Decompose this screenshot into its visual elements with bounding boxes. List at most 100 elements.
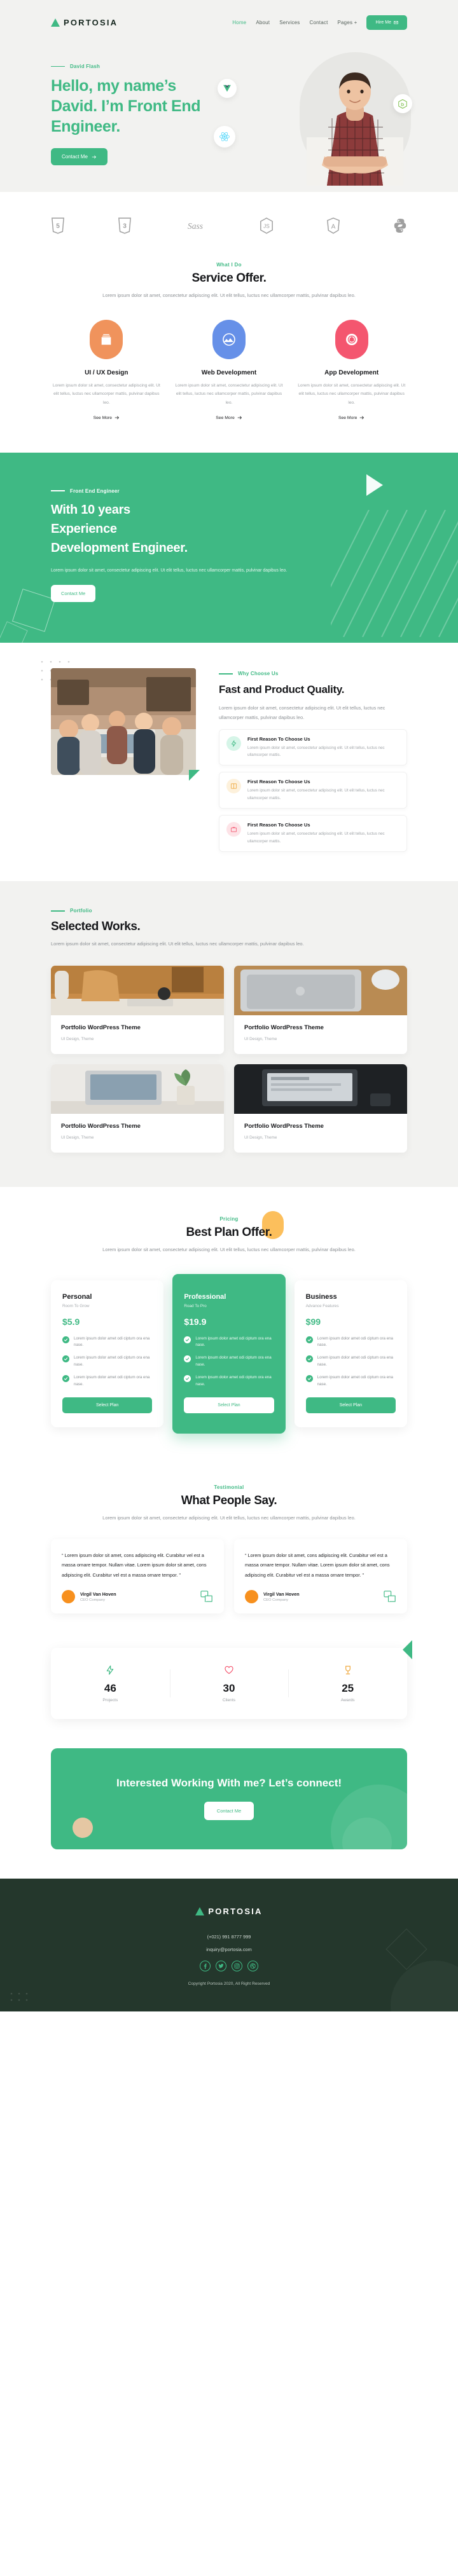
service-card[interactable]: UI / UX Design Lorem ipsum dolor sit ame… [51,319,162,422]
eyebrow-dash [51,490,65,491]
stat-clients: 30 Clients [169,1664,289,1702]
plan-feature-text: Lorem ipsum dolor amet odi ciptum ora en… [317,1336,393,1348]
select-plan-button[interactable]: Select Plan [184,1397,274,1413]
portfolio-card[interactable]: Portfolio WordPress Theme UI Design, The… [51,965,224,1054]
arrow-right-icon [360,416,364,420]
svg-text:Sass: Sass [188,221,203,231]
why-team-photo [51,668,196,776]
portfolio-content: Portfolio Selected Works. Lorem ipsum do… [51,908,407,1153]
chat-bubbles-icon [384,1591,396,1603]
portfolio-card-body: Portfolio WordPress Theme UI Design, The… [234,1015,407,1054]
footer-phone[interactable]: (+021) 991 8777 999 [0,1934,458,1940]
nav-item-about[interactable]: About [256,20,270,25]
service-see-more-link[interactable]: See More [94,415,120,420]
portfolio-card[interactable]: Portfolio WordPress Theme UI Design, The… [234,1064,407,1153]
book-icon [230,783,237,790]
pricing-card-professional[interactable]: Professional Road To Pro $19.9 Lorem ips… [172,1273,286,1434]
stats-box: 46 Projects 30 Clients 25 Awards [51,1640,412,1719]
gear-icon [345,333,357,345]
experience-eyebrow: Front End Engineer [51,488,407,494]
hire-me-button[interactable]: Hire Me [366,15,407,30]
footer-socials [0,1961,458,1972]
cta-contact-button[interactable]: Contact Me [204,1802,254,1821]
services-section: What I Do Service Offer. Lorem ipsum dol… [0,240,458,453]
nav-item-services[interactable]: Services [279,20,300,25]
stat-label: Projects [102,1697,118,1702]
select-plan-button[interactable]: Select Plan [62,1397,153,1413]
testimonial-author: Virgil Van Hoven CEO Company [245,1589,396,1603]
cta-banner: Interested Working With me? Let’s connec… [51,1748,407,1850]
nav-item-home[interactable]: Home [232,20,246,25]
pricing-card-business[interactable]: Business Advance Features $99 Lorem ipsu… [294,1280,407,1427]
bolt-icon [104,1664,116,1676]
testimonial-quote: “ Lorem ipsum dolor sit amet, cons adipi… [62,1552,207,1578]
check-icon [62,1336,69,1343]
image-icon [223,332,235,346]
experience-contact-button[interactable]: Contact Me [51,585,96,603]
corner-triangle-decor [189,770,200,781]
dots-decor [10,1992,28,2001]
plan-feature: Lorem ipsum dolor amet odi ciptum ora en… [184,1355,274,1369]
triangle-logo-icon [51,18,60,27]
facebook-icon[interactable] [200,1961,211,1972]
cta-section: Interested Working With me? Let’s connec… [0,1748,458,1879]
stat-value: 30 [223,1682,235,1694]
service-see-more-link[interactable]: See More [338,415,364,420]
portfolio-section: Portfolio Selected Works. Lorem ipsum do… [0,881,458,1187]
footer-brand[interactable]: PORTOSIA [195,1907,262,1916]
nav-item-contact[interactable]: Contact [310,20,328,25]
footer-brand-name: PORTOSIA [208,1907,263,1917]
hero-section: PORTOSIA Home About Services Contact Pag… [0,0,458,192]
footer-copyright: Copyright Portosia 2020, All Right Reser… [188,1982,270,1987]
portfolio-header: Portfolio Selected Works. Lorem ipsum do… [51,908,407,949]
testimonial-card: “ Lorem ipsum dolor sit amet, cons adipi… [234,1539,407,1613]
plan-features: Lorem ipsum dolor amet odi ciptum ora en… [184,1336,274,1388]
service-card[interactable]: Web Development Lorem ipsum dolor sit am… [174,319,285,422]
pricing-card-personal[interactable]: Personal Room To Grow $5.9 Lorem ipsum d… [51,1280,164,1427]
pricing-lead: Lorem ipsum dolor sit amet, consectetur … [102,1246,356,1252]
instagram-icon[interactable] [232,1961,242,1972]
eyebrow-dash [51,910,65,912]
reason-card[interactable]: First Reason To Choose Us Lorem ipsum do… [219,772,407,809]
plan-features: Lorem ipsum dolor amet odi ciptum ora en… [305,1336,396,1388]
service-text: Lorem ipsum dolor sit amet, consectetur … [175,383,283,405]
testimonial-author: Virgil Van Hoven CEO Company [62,1589,213,1603]
eyebrow-dash [219,673,233,675]
portfolio-card[interactable]: Portfolio WordPress Theme UI Design, The… [234,965,407,1054]
reason-card[interactable]: First Reason To Choose Us Lorem ipsum do… [219,729,407,766]
plan-feature-text: Lorem ipsum dolor amet odi ciptum ora en… [74,1336,150,1348]
portfolio-card-tags: UI Design, Theme [61,1036,94,1041]
plan-feature-text: Lorem ipsum dolor amet odi ciptum ora en… [317,1355,393,1367]
pricing-section: Pricing Best Plan Offer. Lorem ipsum dol… [0,1186,458,1463]
testimonial-grid: “ Lorem ipsum dolor sit amet, cons adipi… [51,1539,407,1613]
brand-logo[interactable]: PORTOSIA [51,18,118,27]
triangle-decor [403,1640,412,1659]
portfolio-card-title: Portfolio WordPress Theme [61,1024,141,1031]
reason-card[interactable]: First Reason To Choose Us Lorem ipsum do… [219,815,407,853]
hero-contact-button[interactable]: Contact Me [51,148,108,165]
services-header: What I Do Service Offer. Lorem ipsum dol… [51,262,407,301]
css3-icon: 3 [118,217,132,234]
portfolio-thumbnail [234,1064,407,1114]
dribbble-icon[interactable] [247,1961,258,1972]
portfolio-card[interactable]: Portfolio WordPress Theme UI Design, The… [51,1064,224,1153]
twitter-icon[interactable] [216,1961,226,1972]
avatar [245,1589,258,1603]
service-see-more-link[interactable]: See More [216,415,242,420]
vue-icon [223,85,231,92]
footer-email[interactable]: inquiry@portosia.com [0,1947,458,1952]
plan-subtitle: Advance Features [305,1303,339,1308]
reason-text: Lorem ipsum dolor sit amet, consectetur … [247,788,385,800]
stat-awards: 25 Awards [288,1664,407,1702]
select-plan-button[interactable]: Select Plan [305,1397,396,1413]
experience-section: Front End Engineer With 10 years Experie… [0,452,458,643]
plan-feature-text: Lorem ipsum dolor amet odi ciptum ora en… [195,1374,272,1387]
pricing-header: Pricing Best Plan Offer. Lorem ipsum dol… [51,1216,407,1255]
portfolio-kicker: Portfolio [70,908,92,914]
testimonial-lead: Lorem ipsum dolor sit amet, consectetur … [102,1514,356,1521]
nav-item-pages[interactable]: Pages + [338,20,357,25]
node-icon [398,99,407,109]
plan-feature: Lorem ipsum dolor amet odi ciptum ora en… [62,1374,152,1388]
service-card[interactable]: App Development Lorem ipsum dolor sit am… [296,319,407,422]
eyebrow-dash [51,65,65,67]
